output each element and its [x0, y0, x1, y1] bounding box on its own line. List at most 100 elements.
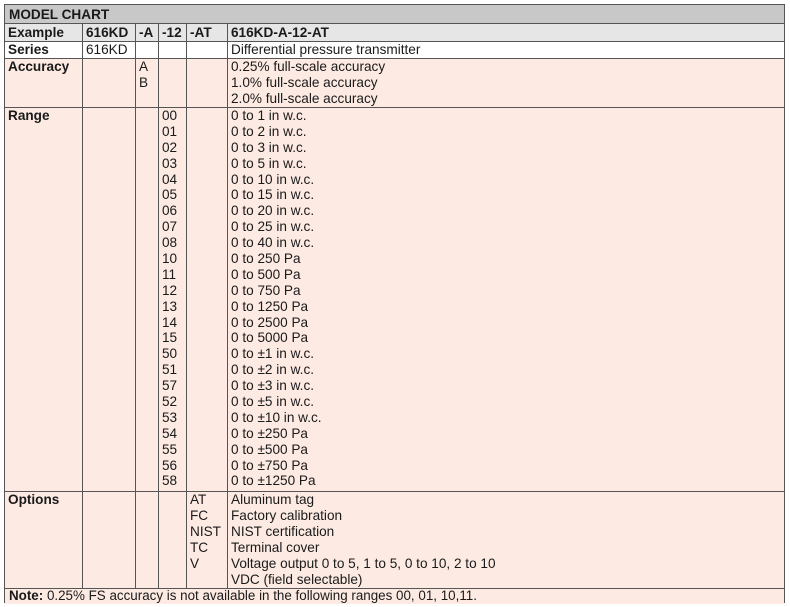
- range-desc: 0 to 5 in w.c.: [231, 155, 307, 171]
- range-desc: 0 to 1250 Pa: [231, 298, 309, 314]
- range-descriptions: 0 to 1 in w.c. 0 to 2 in w.c. 0 to 3 in w.…: [227, 108, 784, 491]
- example-options: -AT: [186, 24, 227, 41]
- range-desc: 0 to 2 in w.c.: [231, 123, 307, 139]
- accuracy-code: A: [139, 59, 149, 74]
- range-code: 55: [162, 441, 178, 457]
- series-row: Series 616KD Differential pressure trans…: [5, 42, 784, 59]
- example-series: 616KD: [82, 24, 135, 41]
- note-row: Note: 0.25% FS accuracy is not available…: [5, 589, 784, 604]
- options-empty-accuracy: [135, 492, 158, 588]
- range-code: 10: [162, 251, 178, 267]
- option-code: AT: [190, 492, 207, 507]
- range-code: 12: [162, 282, 178, 298]
- range-desc: 0 to ±10 in w.c.: [231, 409, 322, 425]
- range-desc: 0 to ±500 Pa: [231, 441, 308, 457]
- range-code: 14: [162, 314, 178, 330]
- accuracy-row: Accuracy A B 0.25% full-scale accuracy 1…: [5, 59, 784, 108]
- range-desc: 0 to ±3 in w.c.: [231, 378, 315, 394]
- range-code: 53: [162, 409, 178, 425]
- range-code: 02: [162, 139, 178, 155]
- range-desc: 0 to 10 in w.c.: [231, 171, 315, 187]
- option-code: [190, 572, 227, 588]
- accuracy-desc: 2.0% full-scale accuracy: [231, 91, 378, 106]
- range-desc: 0 to ±1 in w.c.: [231, 346, 315, 362]
- range-code: 11: [162, 266, 177, 282]
- option-desc: NIST certification: [231, 524, 335, 539]
- options-row: Options AT FC NIST TC V Aluminum tag Factory …: [5, 492, 784, 589]
- accuracy-code: B: [139, 75, 149, 90]
- range-code: 06: [162, 203, 178, 219]
- range-code: 01: [162, 123, 178, 139]
- range-desc: 0 to 25 in w.c.: [231, 219, 315, 235]
- range-desc: 0 to 250 Pa: [231, 251, 301, 267]
- range-code: 05: [162, 187, 178, 203]
- range-code: 51: [162, 362, 178, 378]
- accuracy-desc: 1.0% full-scale accuracy: [231, 75, 378, 90]
- option-desc: Aluminum tag: [231, 492, 315, 507]
- series-code: 616KD: [82, 42, 135, 58]
- range-desc: 0 to 2500 Pa: [231, 314, 309, 330]
- range-desc: 0 to ±2 in w.c.: [231, 362, 315, 378]
- series-empty-b: [158, 42, 186, 58]
- options-empty-range: [158, 492, 186, 588]
- range-desc: 0 to 20 in w.c.: [231, 203, 315, 219]
- example-row: Example 616KD -A -12 -AT 616KD-A-12-AT: [5, 24, 784, 42]
- range-code: 08: [162, 235, 178, 251]
- range-code: 15: [162, 330, 178, 346]
- option-codes: AT FC NIST TC V: [186, 492, 227, 588]
- option-code: V: [190, 556, 200, 571]
- range-code: 07: [162, 219, 178, 235]
- range-empty-options: [186, 108, 227, 491]
- range-desc: 0 to ±5 in w.c.: [231, 394, 315, 410]
- accuracy-codes: A B: [135, 59, 158, 107]
- range-code: 04: [162, 171, 178, 187]
- option-desc: VDC (field selectable): [231, 572, 363, 587]
- option-code: TC: [190, 540, 209, 555]
- range-desc: 0 to 750 Pa: [231, 282, 301, 298]
- accuracy-code: [139, 91, 158, 107]
- range-code: 57: [162, 378, 178, 394]
- range-desc: 0 to ±250 Pa: [231, 425, 308, 441]
- option-desc: Factory calibration: [231, 508, 343, 523]
- range-desc: 0 to 500 Pa: [231, 266, 301, 282]
- option-code: FC: [190, 508, 209, 523]
- series-description: Differential pressure transmitter: [227, 42, 784, 58]
- options-label: Options: [8, 492, 60, 507]
- accuracy-desc: 0.25% full-scale accuracy: [231, 59, 386, 74]
- range-code: 54: [162, 425, 178, 441]
- option-desc: Terminal cover: [231, 540, 320, 555]
- range-code: 50: [162, 346, 178, 362]
- range-empty-series: [82, 108, 135, 491]
- series-label: Series: [8, 42, 49, 57]
- option-code: NIST: [190, 524, 221, 539]
- example-accuracy: -A: [135, 24, 158, 41]
- range-desc: 0 to 40 in w.c.: [231, 235, 315, 251]
- model-chart-table: MODEL CHART Example 616KD -A -12 -AT 616…: [4, 4, 785, 604]
- range-label: Range: [8, 108, 50, 123]
- option-desc: Voltage output 0 to 5, 1 to 5, 0 to 10, …: [231, 556, 496, 571]
- range-desc: 0 to 3 in w.c.: [231, 139, 307, 155]
- range-code: 52: [162, 394, 178, 410]
- range-code: 56: [162, 457, 178, 473]
- range-empty-accuracy: [135, 108, 158, 491]
- range-desc: 0 to ±750 Pa: [231, 457, 308, 473]
- accuracy-label: Accuracy: [8, 59, 70, 74]
- note-text: 0.25% FS accuracy is not available in th…: [43, 588, 477, 603]
- range-desc: 0 to 15 in w.c.: [231, 187, 315, 203]
- series-empty-a: [135, 42, 158, 58]
- accuracy-empty-options: [186, 59, 227, 107]
- example-label: Example: [8, 25, 64, 40]
- options-empty-series: [82, 492, 135, 588]
- series-empty-c: [186, 42, 227, 58]
- range-desc: 0 to 5000 Pa: [231, 330, 309, 346]
- example-full-model: 616KD-A-12-AT: [227, 24, 784, 41]
- option-descriptions: Aluminum tag Factory calibration NIST cert…: [227, 492, 784, 588]
- range-code: 13: [162, 298, 178, 314]
- note-label: Note:: [9, 588, 44, 603]
- accuracy-empty-range: [158, 59, 186, 107]
- accuracy-empty-series: [82, 59, 135, 107]
- range-code: 03: [162, 155, 178, 171]
- chart-title: MODEL CHART: [5, 5, 784, 24]
- accuracy-descriptions: 0.25% full-scale accuracy 1.0% full-scal…: [227, 59, 784, 107]
- range-desc: 0 to ±1250 Pa: [231, 473, 316, 489]
